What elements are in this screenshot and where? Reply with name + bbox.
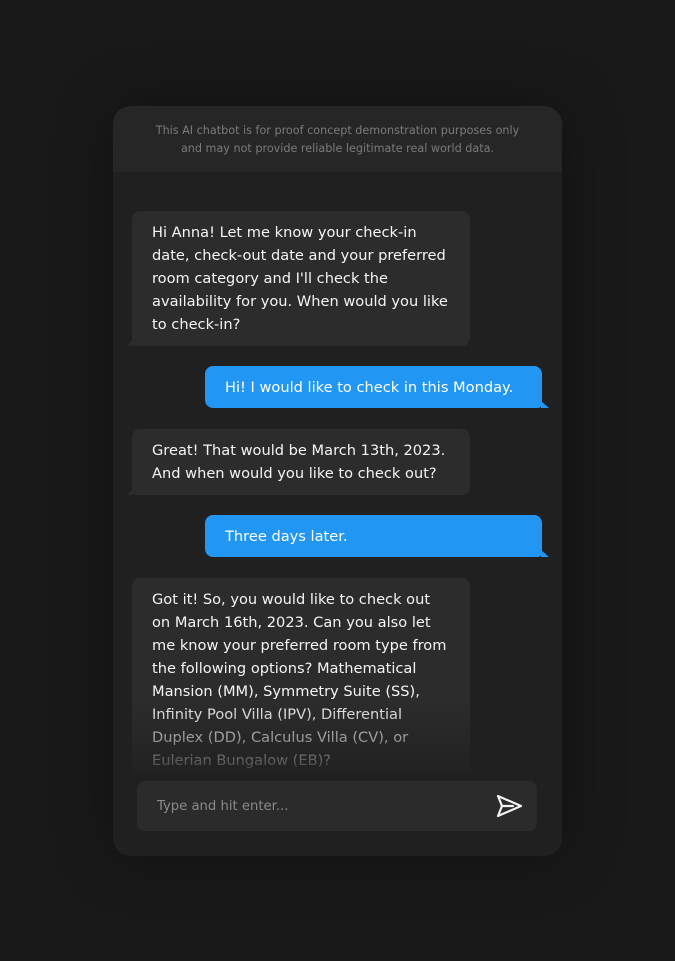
send-icon <box>496 794 523 818</box>
bot-message: Great! That would be March 13th, 2023. A… <box>127 429 470 495</box>
disclaimer-line-1: This AI chatbot is for proof concept dem… <box>155 124 520 137</box>
disclaimer-line-2: and may not provide reliable legitimate … <box>180 142 495 155</box>
bot-message: Got it! So, you would like to check out … <box>132 578 470 772</box>
disclaimer-banner: This AI chatbot is for proof concept dem… <box>113 106 562 172</box>
chat-window: This AI chatbot is for proof concept dem… <box>113 106 562 856</box>
message-input[interactable] <box>137 781 477 831</box>
message-list[interactable]: Hi Anna! Let me know your check-in date,… <box>113 172 562 772</box>
send-button[interactable] <box>493 790 525 822</box>
message-composer <box>137 781 537 831</box>
bot-message: Hi Anna! Let me know your check-in date,… <box>127 211 470 346</box>
user-message: Three days later. <box>205 515 549 557</box>
user-message: Hi! I would like to check in this Monday… <box>205 366 549 408</box>
